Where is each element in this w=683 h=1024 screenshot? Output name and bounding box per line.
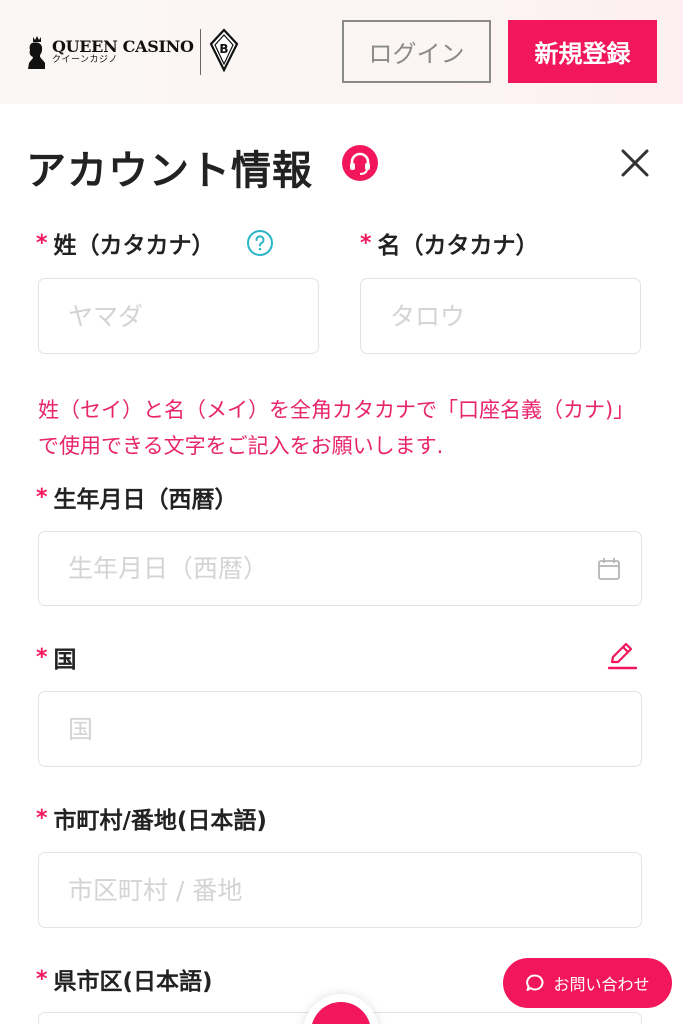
prefecture-label: * 県市区(日本語)	[36, 962, 213, 996]
name-hint-text: 姓（セイ）と名（メイ）を全角カタカナで「口座名義（カナ)」で使用できる文字をご記…	[38, 398, 635, 458]
calendar-icon[interactable]	[596, 556, 622, 582]
logo-brand-text: QUEEN CASINO	[52, 37, 194, 56]
queen-silhouette-icon	[26, 35, 48, 69]
question-circle-icon[interactable]	[246, 229, 274, 257]
country-input[interactable]	[38, 691, 642, 767]
required-mark: *	[36, 644, 48, 670]
close-icon[interactable]	[618, 146, 652, 180]
partner-crest-icon: B	[209, 28, 239, 76]
birthdate-input[interactable]	[38, 531, 642, 606]
login-button[interactable]: ログイン	[342, 20, 491, 83]
address-label: * 市町村/番地(日本語)	[36, 801, 267, 835]
birthdate-label: * 生年月日（西暦）	[36, 480, 238, 514]
address-input[interactable]	[38, 852, 642, 928]
birthdate-label-text: 生年月日（西暦）	[53, 487, 238, 513]
required-mark: *	[36, 805, 48, 831]
required-mark: *	[36, 966, 48, 992]
chat-bubble-icon	[526, 974, 544, 991]
queen-casino-logo: QUEEN CASINO クイーンカジノ	[26, 35, 194, 69]
country-label-text: 国	[53, 647, 77, 673]
last-name-kana-input[interactable]	[38, 278, 319, 354]
last-name-kana-label-text: 姓（カタカナ）	[53, 233, 215, 259]
register-button[interactable]: 新規登録	[508, 20, 657, 83]
headset-icon[interactable]	[341, 144, 379, 182]
partner-letter: B	[219, 42, 228, 56]
header: QUEEN CASINO クイーンカジノ B ログイン 新規登録	[0, 0, 683, 104]
last-name-kana-label: * 姓（カタカナ）	[36, 226, 215, 260]
floating-action-button[interactable]	[303, 994, 379, 1024]
logo-divider	[199, 29, 201, 75]
address-label-text: 市町村/番地(日本語)	[53, 808, 267, 834]
contact-chat-button[interactable]: お問い合わせ	[503, 958, 672, 1008]
first-name-kana-label: * 名（カタカナ）	[360, 226, 539, 260]
contact-chat-label: お問い合わせ	[553, 975, 650, 994]
logo[interactable]: QUEEN CASINO クイーンカジノ B	[26, 26, 239, 78]
first-name-kana-input[interactable]	[360, 278, 641, 354]
required-mark: *	[36, 230, 48, 256]
required-mark: *	[360, 230, 372, 256]
prefecture-label-text: 県市区(日本語)	[53, 969, 213, 995]
country-label: * 国	[36, 640, 77, 674]
page-title: アカウント情報	[26, 148, 313, 194]
pencil-edit-icon[interactable]	[605, 638, 639, 672]
logo-sub-text: クイーンカジノ	[52, 55, 118, 65]
first-name-kana-label-text: 名（カタカナ）	[377, 233, 539, 259]
required-mark: *	[36, 484, 48, 510]
